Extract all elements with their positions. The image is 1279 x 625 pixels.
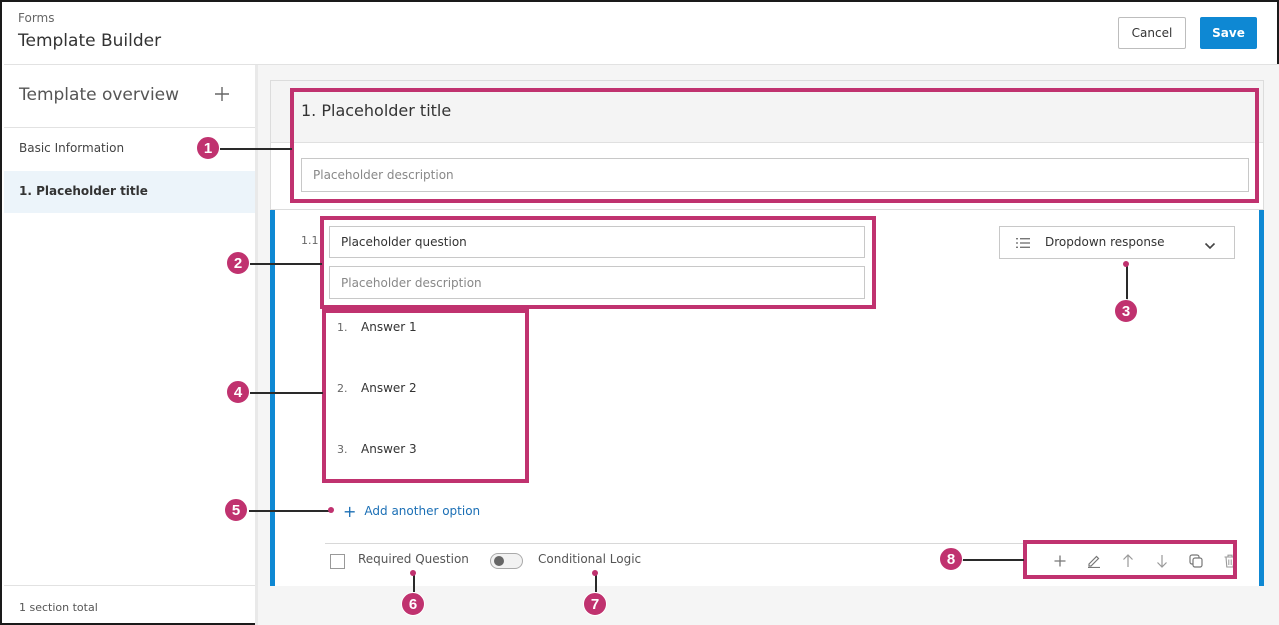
sidebar-footer-divider [4, 585, 256, 586]
callout-4-leader [250, 392, 323, 394]
add-section-icon[interactable] [214, 83, 230, 108]
app-window: Forms Template Builder Cancel Save Templ… [0, 0, 1279, 625]
highlight-section [290, 88, 1259, 203]
required-label: Required Question [358, 552, 469, 566]
callout-7-leader [595, 574, 597, 592]
question-number: 1.1 [301, 234, 319, 247]
callout-7: 7 [583, 592, 607, 616]
callout-5-leader [249, 510, 331, 512]
add-option-button[interactable]: + Add another option [343, 502, 480, 521]
conditional-logic-toggle[interactable] [490, 553, 523, 569]
cancel-button[interactable]: Cancel [1118, 17, 1186, 49]
callout-1-leader [220, 148, 292, 150]
conditional-logic-label: Conditional Logic [538, 552, 642, 566]
callout-6: 6 [401, 592, 425, 616]
sidebar-item-placeholder-title[interactable]: 1. Placeholder title [4, 171, 256, 213]
callout-5: 5 [224, 498, 248, 522]
highlight-toolbar [1023, 540, 1237, 579]
callout-3-dot [1123, 261, 1129, 267]
sidebar-title: Template overview [19, 85, 180, 105]
sidebar-divider [4, 127, 256, 128]
save-button[interactable]: Save [1200, 17, 1257, 49]
callout-6-dot [410, 570, 416, 576]
add-option-label: Add another option [364, 504, 481, 518]
list-icon [1016, 235, 1030, 254]
callout-3-leader [1126, 264, 1128, 300]
callout-6-leader [413, 574, 415, 592]
callout-5-dot [328, 507, 334, 513]
section-count: 1 section total [19, 601, 98, 614]
callout-4: 4 [226, 380, 250, 404]
callout-2: 2 [226, 251, 250, 275]
callout-7-dot [592, 570, 598, 576]
chevron-down-icon [1204, 237, 1216, 256]
plus-icon: + [343, 502, 357, 521]
callout-1: 1 [196, 136, 220, 160]
required-checkbox[interactable] [330, 554, 345, 569]
toggle-knob [494, 556, 504, 566]
sidebar-item-label: 1. Placeholder title [19, 184, 148, 198]
response-type-select[interactable]: Dropdown response [999, 226, 1235, 259]
callout-3: 3 [1114, 299, 1138, 323]
sidebar-item-basic-information[interactable]: Basic Information [19, 141, 124, 155]
highlight-question [320, 216, 876, 309]
breadcrumb[interactable]: Forms [18, 11, 54, 25]
callout-2-leader [250, 263, 322, 265]
highlight-answers [322, 309, 529, 483]
callout-8-leader [962, 559, 1024, 561]
callout-8: 8 [939, 547, 963, 571]
response-type-label: Dropdown response [1045, 235, 1165, 249]
page-title: Template Builder [18, 31, 162, 51]
